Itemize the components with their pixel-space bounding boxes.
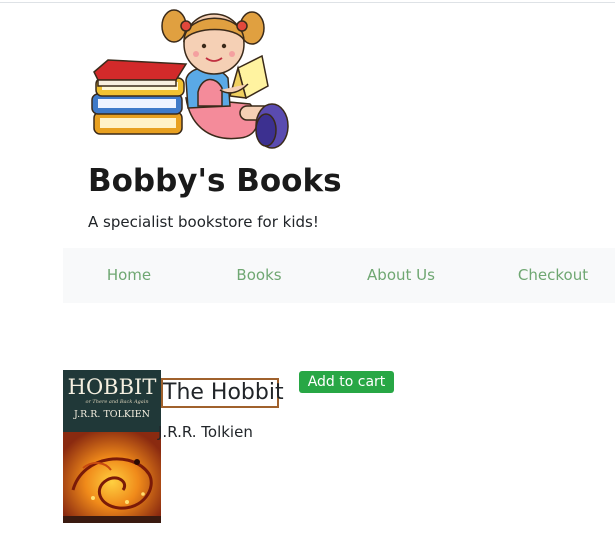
site-tagline: A specialist bookstore for kids! xyxy=(88,213,319,231)
cover-subtitle-text: or There and Back Again xyxy=(85,399,148,405)
main-navbar: Home Books About Us Checkout xyxy=(63,248,615,303)
book-title: The Hobbit xyxy=(161,378,284,408)
cover-author-text: J.R.R. TOLKIEN xyxy=(73,409,150,420)
nav-about-us-link[interactable]: About Us xyxy=(367,264,435,286)
site-title: Bobby's Books xyxy=(88,163,342,199)
nav-checkout-link[interactable]: Checkout xyxy=(518,264,588,286)
book-author: J.R.R. Tolkien xyxy=(158,423,253,441)
book-cover-image: HOBBIT or There and Back Again J.R.R. TO… xyxy=(63,370,161,523)
cover-title-text: HOBBIT xyxy=(68,375,157,399)
nav-home-link[interactable]: Home xyxy=(107,264,151,286)
top-divider xyxy=(0,2,615,3)
nav-books-link[interactable]: Books xyxy=(236,264,281,286)
add-to-cart-button[interactable]: Add to cart xyxy=(299,371,394,393)
girl-reading-books-logo xyxy=(91,9,289,149)
